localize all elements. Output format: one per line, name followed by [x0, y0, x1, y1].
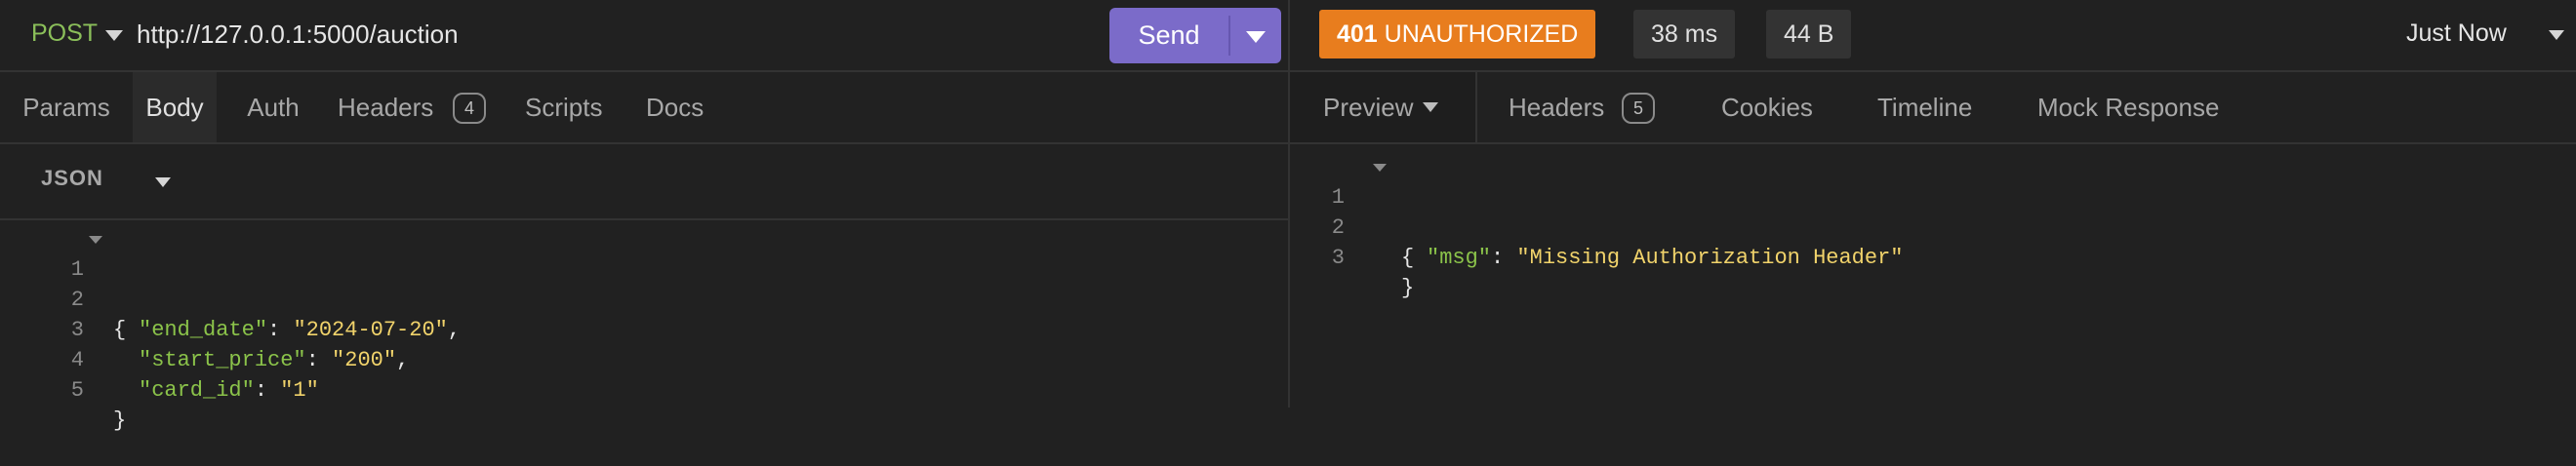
- tab-label: Mock Response: [2037, 93, 2220, 122]
- send-divider: [1228, 16, 1230, 56]
- request-body-editor[interactable]: 1 { 2 "end_date": "2024-07-20", 3 "start…: [0, 224, 1288, 433]
- response-status-bar: 401 UNAUTHORIZED 38 ms 44 B Just Now: [1290, 0, 2576, 72]
- tab-docs[interactable]: Docs: [646, 72, 724, 142]
- tab-cookies[interactable]: Cookies: [1721, 72, 1813, 142]
- tab-label: Headers: [338, 93, 434, 122]
- code-line: 5 }: [0, 345, 126, 433]
- url-input[interactable]: http://127.0.0.1:5000/auction: [137, 19, 459, 50]
- tab-label: Preview: [1323, 93, 1414, 122]
- chevron-down-icon[interactable]: [155, 177, 171, 187]
- code-line: 2 "end_date": "2024-07-20",: [0, 254, 461, 342]
- tab-label: Params: [22, 93, 110, 122]
- code-text: {: [1401, 246, 1415, 270]
- line-number: 3: [1331, 246, 1345, 270]
- code-line: 4 "card_id": "1": [0, 315, 319, 403]
- code-text: }: [1401, 276, 1415, 300]
- tab-label: Cookies: [1721, 93, 1813, 122]
- code-line: 2 "msg": "Missing Authorization Header": [1290, 182, 1904, 270]
- json-value: "1": [280, 378, 319, 403]
- headers-count-badge: 5: [1622, 93, 1655, 124]
- tab-body[interactable]: Body: [133, 72, 217, 142]
- tab-label: Timeline: [1877, 93, 1973, 122]
- code-line: 1 {: [0, 224, 126, 342]
- json-key: "card_id": [139, 378, 255, 403]
- tab-label: Headers: [1509, 93, 1605, 122]
- request-tabs: Params Body Auth Headers 4 Scripts Docs: [0, 72, 1288, 144]
- body-type-selector[interactable]: JSON: [41, 166, 103, 191]
- tab-headers[interactable]: Headers 5: [1509, 72, 1674, 142]
- code-line: 3 }: [1290, 213, 1414, 300]
- status-badge: 401 UNAUTHORIZED: [1319, 10, 1596, 58]
- response-tabs: Preview Headers 5 Cookies Timeline Mock …: [1290, 72, 2576, 144]
- response-pane: 401 UNAUTHORIZED 38 ms 44 B Just Now Pre…: [1290, 0, 2576, 408]
- response-body-viewer[interactable]: 1 { 2 "msg": "Missing Authorization Head…: [1290, 152, 2576, 300]
- json-key: "end_date": [139, 318, 268, 342]
- tab-preview[interactable]: Preview: [1290, 72, 1477, 142]
- fold-chevron-icon[interactable]: [89, 236, 102, 244]
- chevron-down-icon[interactable]: [1423, 102, 1438, 112]
- tab-label: Body: [145, 93, 204, 122]
- response-time: 38 ms: [1633, 10, 1736, 58]
- code-line: 1 {: [1290, 152, 1414, 270]
- json-value: "2024-07-20": [293, 318, 448, 342]
- method-selector[interactable]: POST: [31, 19, 98, 48]
- code-text: {: [113, 318, 127, 342]
- url-bar: POST http://127.0.0.1:5000/auction Send: [0, 0, 1288, 72]
- chevron-down-icon[interactable]: [2549, 30, 2564, 40]
- tab-label: Scripts: [525, 93, 603, 122]
- json-key: "start_price": [139, 348, 306, 372]
- tab-headers[interactable]: Headers 4: [338, 72, 494, 142]
- body-type-bar: JSON: [0, 144, 1288, 220]
- tab-label: Docs: [646, 93, 704, 122]
- status-code: 401: [1337, 20, 1378, 48]
- tab-auth[interactable]: Auth: [217, 72, 330, 142]
- send-button[interactable]: Send: [1109, 8, 1281, 63]
- tab-params[interactable]: Params: [0, 72, 133, 142]
- tab-timeline[interactable]: Timeline: [1877, 72, 1972, 142]
- json-key: "msg": [1427, 246, 1492, 270]
- send-button-label[interactable]: Send: [1109, 8, 1228, 63]
- json-value: "200": [332, 348, 397, 372]
- headers-count-badge: 4: [453, 93, 486, 124]
- request-pane: POST http://127.0.0.1:5000/auction Send …: [0, 0, 1288, 433]
- response-size: 44 B: [1766, 10, 1852, 58]
- code-line: 3 "start_price": "200",: [0, 285, 409, 372]
- send-options-chevron-icon[interactable]: [1246, 31, 1266, 43]
- tab-mock-response[interactable]: Mock Response: [2037, 72, 2219, 142]
- fold-chevron-icon[interactable]: [1373, 164, 1387, 172]
- code-text: }: [113, 408, 127, 433]
- tab-label: Auth: [247, 93, 300, 122]
- api-client-window: POST http://127.0.0.1:5000/auction Send …: [0, 0, 2576, 433]
- chevron-down-icon[interactable]: [105, 30, 123, 41]
- status-text: UNAUTHORIZED: [1384, 20, 1579, 48]
- json-value: "Missing Authorization Header": [1516, 246, 1904, 270]
- line-number: 5: [70, 378, 84, 403]
- tab-scripts[interactable]: Scripts: [525, 72, 623, 142]
- history-selector[interactable]: Just Now: [2406, 19, 2507, 48]
